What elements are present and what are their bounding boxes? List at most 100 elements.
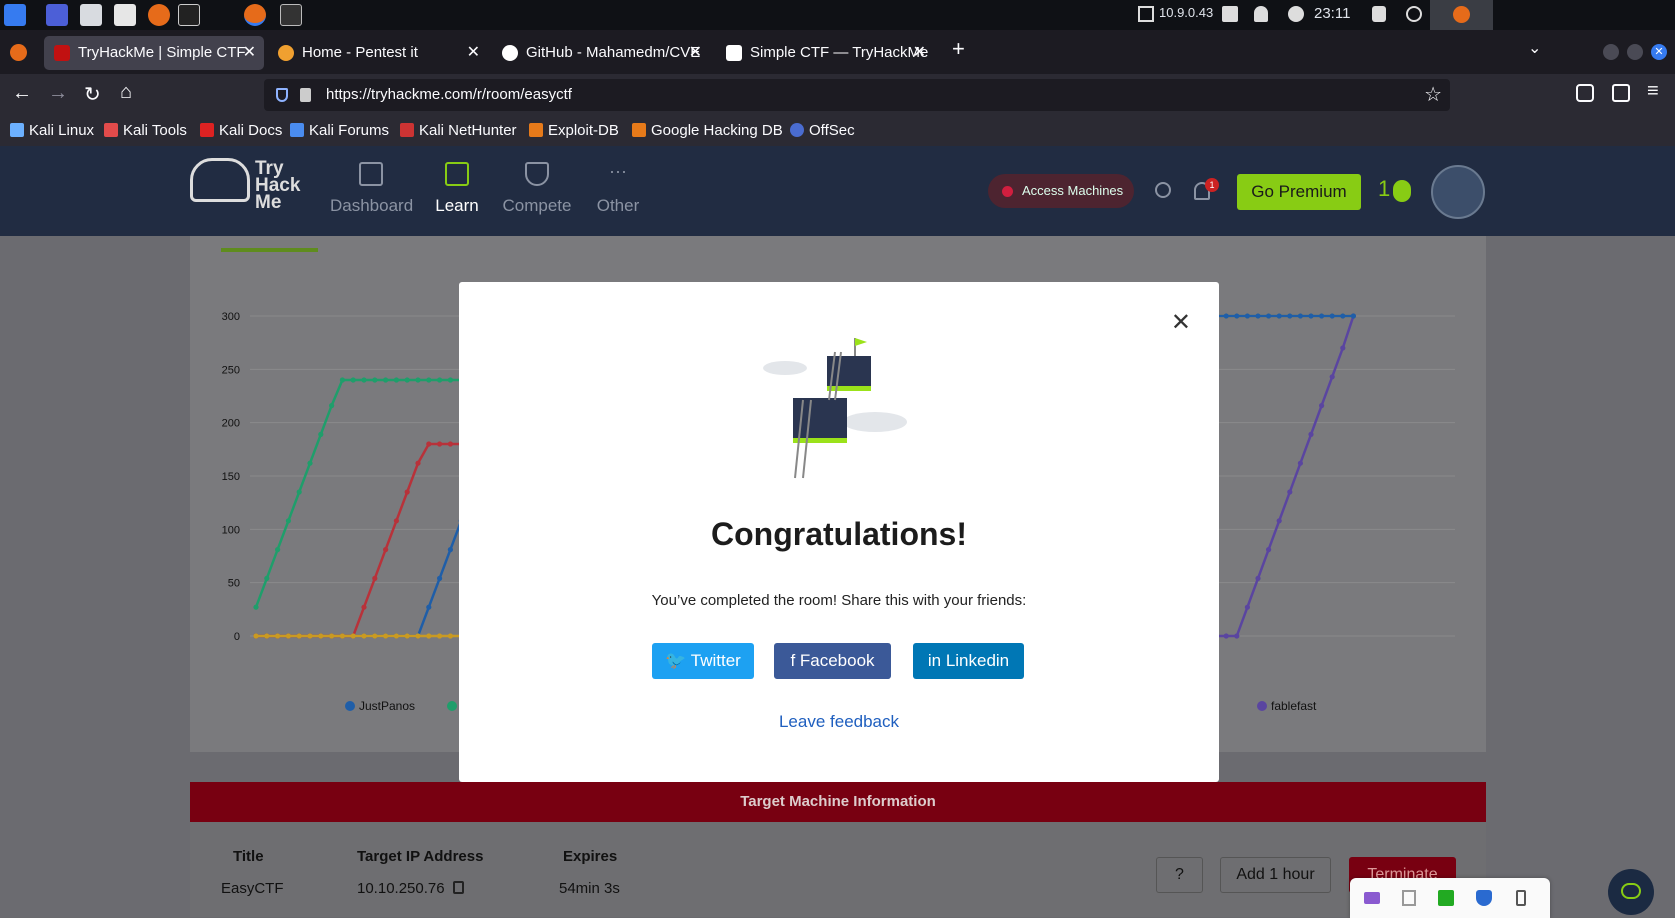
power-icon[interactable] xyxy=(1288,6,1304,22)
data-point xyxy=(1329,313,1335,319)
file-manager-icon[interactable] xyxy=(80,4,102,26)
back-icon[interactable]: ← xyxy=(12,82,32,105)
chat-support-button[interactable] xyxy=(1608,869,1654,915)
pen-icon[interactable] xyxy=(1364,892,1380,904)
tab-simple-ctf-medium[interactable]: Simple CTF — TryHackMe ✕ xyxy=(716,36,934,70)
bookmark-offsec[interactable]: OffSec xyxy=(790,120,855,142)
desktop-icon[interactable] xyxy=(46,4,68,26)
url-bar[interactable]: https://tryhackme.com/r/room/easyctf ☆ xyxy=(264,79,1450,111)
cube-ladder-illustration xyxy=(763,338,907,479)
modal-message: You’ve completed the room! Share this wi… xyxy=(651,592,1027,609)
access-machines-button[interactable]: Access Machines xyxy=(988,174,1134,208)
logo-cloud-icon[interactable] xyxy=(190,158,250,202)
data-point xyxy=(1340,313,1346,319)
bookmark-kali-docs[interactable]: Kali Docs xyxy=(200,120,282,142)
new-tab-icon[interactable]: + xyxy=(952,36,965,62)
chat-icon xyxy=(1621,883,1641,899)
volume-icon[interactable] xyxy=(1222,6,1238,22)
help-button[interactable]: ? xyxy=(1156,857,1203,893)
nav-learn[interactable]: Learn xyxy=(432,162,482,216)
nav-compete[interactable]: Compete xyxy=(502,162,572,216)
close-icon[interactable]: ✕ xyxy=(913,36,926,70)
close-icon[interactable]: ✕ xyxy=(243,36,256,70)
lock-screen-icon[interactable] xyxy=(1372,6,1386,22)
close-icon[interactable]: ✕ xyxy=(467,36,480,70)
go-premium-button[interactable]: Go Premium xyxy=(1237,174,1361,210)
refresh-session-icon[interactable] xyxy=(1406,6,1422,22)
bookmark-kali-tools[interactable]: Kali Tools xyxy=(104,120,187,142)
maximize-icon[interactable] xyxy=(1627,44,1643,60)
reload-icon[interactable]: ↻ xyxy=(84,82,101,107)
twitter-share-button[interactable]: 🐦 Twitter xyxy=(652,643,754,679)
minimize-icon[interactable] xyxy=(1603,44,1619,60)
text-editor-icon[interactable] xyxy=(114,4,136,26)
search-icon[interactable] xyxy=(1155,182,1171,198)
nvidia-icon[interactable] xyxy=(1438,890,1454,906)
firefox-launcher-icon[interactable] xyxy=(148,4,170,26)
bookmark-exploit-db[interactable]: Exploit-DB xyxy=(529,120,619,142)
forward-icon[interactable]: → xyxy=(48,82,68,105)
facebook-icon: f xyxy=(790,651,800,670)
data-point xyxy=(307,460,313,466)
leave-feedback-link[interactable]: Leave feedback xyxy=(459,712,1219,732)
data-point xyxy=(1223,633,1229,639)
notification-bell-icon[interactable] xyxy=(1254,6,1268,22)
data-point xyxy=(393,518,399,524)
target-ip[interactable]: 10.10.250.76 xyxy=(357,880,445,897)
data-point xyxy=(372,633,378,639)
usb-icon[interactable] xyxy=(1516,890,1526,906)
bookmark-google-hacking-db[interactable]: Google Hacking DB xyxy=(632,120,783,142)
data-point xyxy=(426,441,432,447)
y-tick-label: 250 xyxy=(222,364,240,376)
y-tick-label: 0 xyxy=(234,631,240,643)
close-icon[interactable]: ✕ xyxy=(1171,308,1191,337)
terminal-window-icon[interactable] xyxy=(280,4,302,26)
vpn-lock-icon xyxy=(1138,6,1154,22)
tab-github[interactable]: GitHub - Mahamedm/CVE ✕ xyxy=(492,36,710,70)
data-point xyxy=(1287,313,1293,319)
col-expires-header: Expires xyxy=(563,848,618,865)
active-window-button[interactable] xyxy=(1430,0,1493,30)
pocket-icon[interactable] xyxy=(1576,84,1594,102)
os-taskbar: 10.9.0.43 23:11 xyxy=(0,0,1675,30)
document-icon[interactable] xyxy=(1402,890,1416,906)
bookmark-star-icon[interactable]: ☆ xyxy=(1424,79,1442,111)
y-tick-label: 200 xyxy=(222,418,240,430)
hamburger-menu-icon[interactable]: ≡ xyxy=(1647,80,1659,103)
facebook-share-button[interactable]: f Facebook xyxy=(774,643,891,679)
shield-icon[interactable] xyxy=(276,88,288,102)
firefox-menu-icon[interactable] xyxy=(10,44,27,61)
close-icon[interactable]: ✕ xyxy=(689,36,702,70)
data-point xyxy=(253,604,259,610)
shield-warning-icon[interactable] xyxy=(1476,890,1492,906)
window-close-icon[interactable]: ✕ xyxy=(1651,44,1667,60)
data-point xyxy=(264,575,270,581)
data-point xyxy=(318,431,324,437)
terminal-icon[interactable] xyxy=(178,4,200,26)
firefox-window-icon[interactable] xyxy=(244,4,266,26)
bookmark-kali-nethunter[interactable]: Kali NetHunter xyxy=(400,120,517,142)
data-point xyxy=(1308,313,1314,319)
bookmark-kali-linux[interactable]: Kali Linux xyxy=(10,120,94,142)
data-point xyxy=(307,633,313,639)
avatar[interactable] xyxy=(1431,165,1485,219)
extensions-icon[interactable] xyxy=(1612,84,1630,102)
lock-icon[interactable] xyxy=(300,88,311,102)
home-icon[interactable]: ⌂ xyxy=(120,81,132,104)
nav-other[interactable]: ··· Other xyxy=(592,162,644,216)
tab-list-chevron-icon[interactable]: ⌄ xyxy=(1528,38,1541,58)
linkedin-share-button[interactable]: in Linkedin xyxy=(913,643,1024,679)
add-hour-button[interactable]: Add 1 hour xyxy=(1220,857,1331,893)
copy-icon[interactable] xyxy=(453,881,464,894)
tab-tryhackme[interactable]: TryHackMe | Simple CTF ✕ xyxy=(44,36,264,70)
kali-menu-icon[interactable] xyxy=(4,4,26,26)
logo-text[interactable]: Try Hack Me xyxy=(255,159,300,212)
data-point xyxy=(1244,604,1250,610)
data-point xyxy=(437,377,443,383)
twitter-icon: 🐦 xyxy=(665,651,691,670)
y-tick-label: 150 xyxy=(222,471,240,483)
url-text[interactable]: https://tryhackme.com/r/room/easyctf xyxy=(326,86,572,103)
nav-dashboard[interactable]: Dashboard xyxy=(330,162,413,216)
bookmark-kali-forums[interactable]: Kali Forums xyxy=(290,120,389,142)
tab-pentest-it[interactable]: Home - Pentest it ✕ xyxy=(268,36,488,70)
